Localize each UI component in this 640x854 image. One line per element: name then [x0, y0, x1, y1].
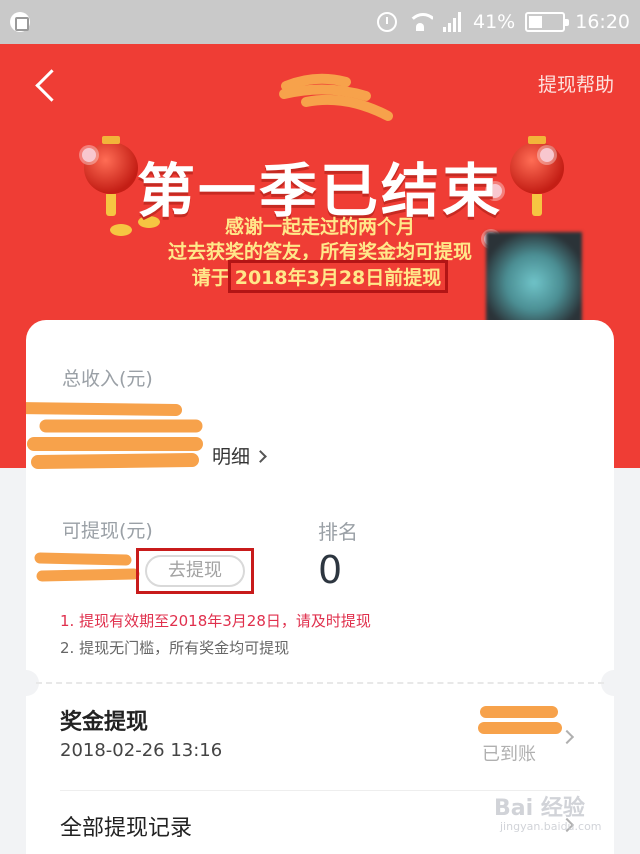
alarm-icon — [377, 12, 397, 32]
chevron-right-icon — [254, 450, 267, 463]
redacted-record-amount — [478, 706, 562, 734]
record-time: 2018-02-26 13:16 — [60, 740, 223, 761]
watermark-main: Bai 经验 — [494, 796, 585, 821]
battery-icon — [525, 12, 570, 32]
total-income-label: 总收入(元) — [62, 368, 153, 390]
record-status: 已到账 — [482, 744, 536, 765]
earnings-card: 总收入(元) 明细 可提现(元) 去提现 排名 0 1. 提现有效期至2018年… — [13, 320, 627, 854]
validity-note: 1. 提现有效期至2018年3月28日，请及时提现 — [60, 612, 371, 630]
battery-fill — [529, 16, 543, 28]
avatar — [486, 232, 582, 324]
dashed-divider — [36, 682, 604, 684]
rank-label: 排名 — [318, 520, 358, 544]
banner-line-3-prefix: 请于 — [191, 267, 230, 289]
signal-icon — [443, 12, 463, 32]
detail-link[interactable]: 明细 — [212, 442, 267, 469]
screenshot-icon — [10, 12, 30, 32]
status-time: 16:20 — [575, 11, 630, 33]
wifi-icon — [407, 13, 433, 31]
status-bar: 41% 16:20 — [0, 0, 640, 44]
status-indicators: 41% 16:20 — [377, 8, 630, 36]
baidu-jingyan-watermark: Bai 经验 jingyan.baidu.com — [494, 790, 614, 844]
redacted-total-income — [26, 402, 203, 469]
detail-label: 明细 — [212, 446, 251, 468]
back-chevron-icon[interactable] — [30, 66, 60, 106]
record-title: 奖金提现 — [60, 710, 149, 735]
redacted-nav-title — [279, 73, 393, 121]
all-withdraw-records-link[interactable]: 全部提现记录 — [60, 810, 192, 842]
threshold-note: 2. 提现无门槛，所有奖金均可提现 — [60, 639, 290, 657]
withdraw-help-link[interactable]: 提现帮助 — [538, 70, 614, 97]
battery-percent: 41% — [473, 11, 516, 33]
redacted-withdrawable-amount — [34, 552, 140, 582]
deadline-highlight: 2018年3月28日前提现 — [227, 260, 449, 293]
withdraw-button-highlight: 去提现 — [136, 548, 254, 594]
rank-value: 0 — [318, 548, 343, 592]
watermark-sub: jingyan.baidu.com — [500, 820, 602, 833]
card-notch — [601, 670, 627, 696]
withdraw-button[interactable]: 去提现 — [145, 555, 245, 587]
withdrawable-label: 可提现(元) — [62, 520, 153, 542]
